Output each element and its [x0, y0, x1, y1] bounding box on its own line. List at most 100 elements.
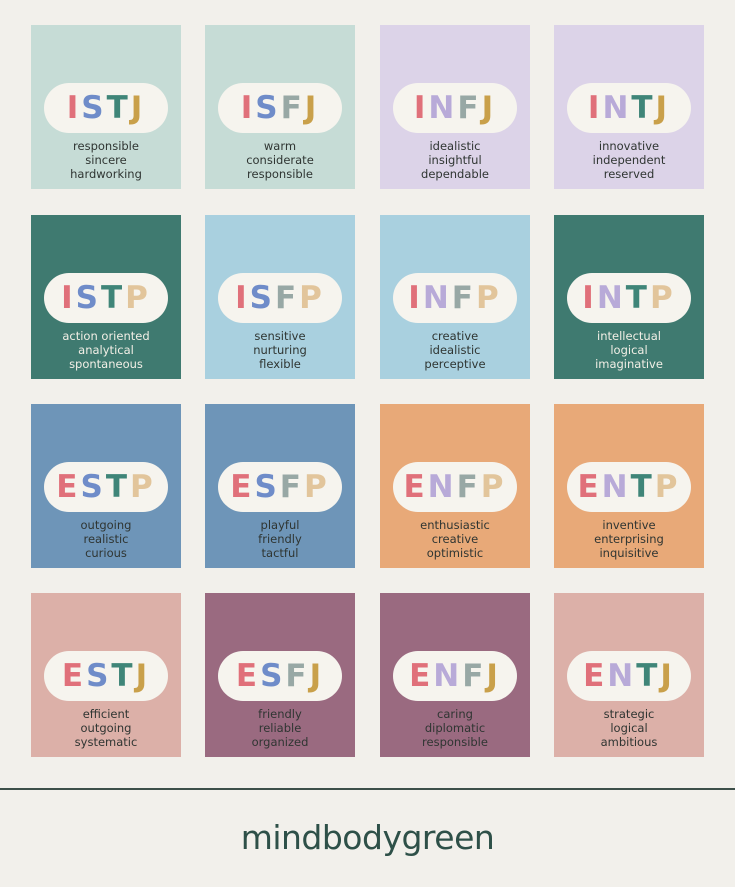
trait-list: outgoing realistic curious: [31, 518, 181, 560]
trait-list: warm considerate responsible: [205, 139, 355, 181]
trait-item: reserved: [603, 167, 655, 181]
trait-item: playful: [260, 518, 300, 532]
trait-item: hardworking: [70, 167, 142, 181]
type-code: ESTJ: [44, 651, 168, 701]
type-letter: T: [105, 469, 130, 505]
type-letter: N: [433, 658, 463, 694]
type-letter: P: [475, 280, 502, 316]
type-card-entp: E N T P inventive enterprising inquisitive: [554, 404, 704, 568]
trait-item: warm: [263, 139, 297, 153]
trait-list: inventive enterprising inquisitive: [554, 518, 704, 560]
trait-item: idealistic: [429, 139, 481, 153]
trait-item: inventive: [602, 518, 656, 532]
type-letter: S: [255, 90, 281, 126]
type-code: ENFJ: [393, 651, 517, 701]
trait-item: creative: [431, 329, 479, 343]
trait-item: sincere: [85, 153, 127, 167]
type-letter: T: [111, 658, 136, 694]
type-letter: J: [135, 658, 151, 694]
trait-item: realistic: [83, 532, 129, 546]
type-card-intj: I N T Jinnovative independent reserved: [554, 25, 704, 189]
trait-item: logical: [610, 343, 648, 357]
personality-grid: I S T Jresponsible sincere hardworking I S F Jwar…: [0, 0, 735, 780]
type-letter: F: [456, 469, 481, 505]
type-code: INTP: [567, 273, 691, 323]
type-letter: F: [451, 280, 476, 316]
trait-list: innovative independent reserved: [554, 139, 704, 181]
trait-item: flexible: [259, 357, 301, 371]
type-letter: I: [61, 280, 76, 316]
type-letter: P: [129, 469, 156, 505]
trait-item: caring: [437, 707, 473, 721]
trait-item: creative: [431, 532, 479, 546]
type-letter: J: [309, 658, 325, 694]
type-letter: J: [130, 90, 146, 126]
type-card-isfp: I S F Psensitive nurturing flexible: [205, 215, 355, 379]
footer-divider: [0, 788, 735, 790]
type-card-entj: E N T Jstrategic logical ambitious: [554, 593, 704, 757]
trait-item: perceptive: [424, 357, 486, 371]
type-letter: S: [260, 658, 286, 694]
type-letter: N: [422, 280, 452, 316]
type-letter: I: [587, 90, 603, 126]
trait-list: idealistic insightful dependable: [380, 139, 530, 181]
trait-item: responsible: [73, 139, 139, 153]
trait-item: enterprising: [594, 532, 664, 546]
type-card-intp: I N T Pintellectual logical imaginative: [554, 215, 704, 379]
trait-item: nurturing: [253, 343, 307, 357]
type-letter: E: [409, 658, 434, 694]
type-letter: T: [106, 90, 131, 126]
type-letter: E: [235, 658, 261, 694]
trait-list: efficient outgoing systematic: [31, 707, 181, 749]
trait-item: spontaneous: [69, 357, 143, 371]
type-letter: T: [625, 280, 650, 316]
trait-item: dependable: [421, 167, 489, 181]
type-letter: T: [631, 90, 656, 126]
type-code: ENTP: [567, 462, 691, 512]
type-letter: N: [596, 280, 626, 316]
trait-list: enthusiastic creative optimistic: [380, 518, 530, 560]
type-letter: P: [654, 469, 681, 505]
type-letter: S: [249, 280, 275, 316]
trait-item: sensitive: [254, 329, 306, 343]
type-code: ESFJ: [218, 651, 342, 701]
type-code: ISTP: [44, 273, 168, 323]
type-code: ESTP: [44, 462, 168, 512]
trait-item: considerate: [246, 153, 314, 167]
type-card-enfp: E N F Penthusiastic creative optimistic: [380, 404, 530, 568]
type-letter: T: [636, 658, 661, 694]
type-letter: S: [81, 90, 107, 126]
type-card-esfj: E S F Jfriendly reliable organized: [205, 593, 355, 757]
type-letter: N: [427, 469, 457, 505]
type-letter: P: [299, 280, 325, 316]
type-letter: P: [480, 469, 507, 505]
type-letter: I: [582, 280, 597, 316]
trait-item: curious: [85, 546, 127, 560]
type-letter: E: [403, 469, 428, 505]
type-letter: N: [607, 658, 637, 694]
trait-item: tactful: [261, 546, 299, 560]
type-card-esfp: E S F P playful friendly tactful: [205, 404, 355, 568]
type-card-istj: I S T Jresponsible sincere hardworking: [31, 25, 181, 189]
trait-list: caring diplomatic responsible: [380, 707, 530, 749]
type-letter: I: [235, 280, 250, 316]
type-code: ISTJ: [44, 83, 168, 133]
type-code: ESFP: [218, 462, 342, 512]
type-letter: N: [602, 90, 632, 126]
type-card-isfj: I S F Jwarm considerate responsible: [205, 25, 355, 189]
trait-item: idealistic: [429, 343, 481, 357]
type-code: ISFP: [218, 273, 342, 323]
type-letter: E: [577, 469, 602, 505]
type-card-infp: I N F Pcreative idealistic perceptive: [380, 215, 530, 379]
type-letter: F: [274, 280, 300, 316]
type-letter: N: [428, 90, 458, 126]
trait-item: enthusiastic: [420, 518, 490, 532]
trait-item: friendly: [258, 532, 302, 546]
type-letter: I: [66, 90, 82, 126]
type-letter: T: [630, 469, 655, 505]
trait-item: ambitious: [600, 735, 658, 749]
type-code: ENTJ: [567, 651, 691, 701]
trait-list: playful friendly tactful: [205, 518, 355, 560]
trait-item: insightful: [428, 153, 482, 167]
trait-item: strategic: [603, 707, 655, 721]
